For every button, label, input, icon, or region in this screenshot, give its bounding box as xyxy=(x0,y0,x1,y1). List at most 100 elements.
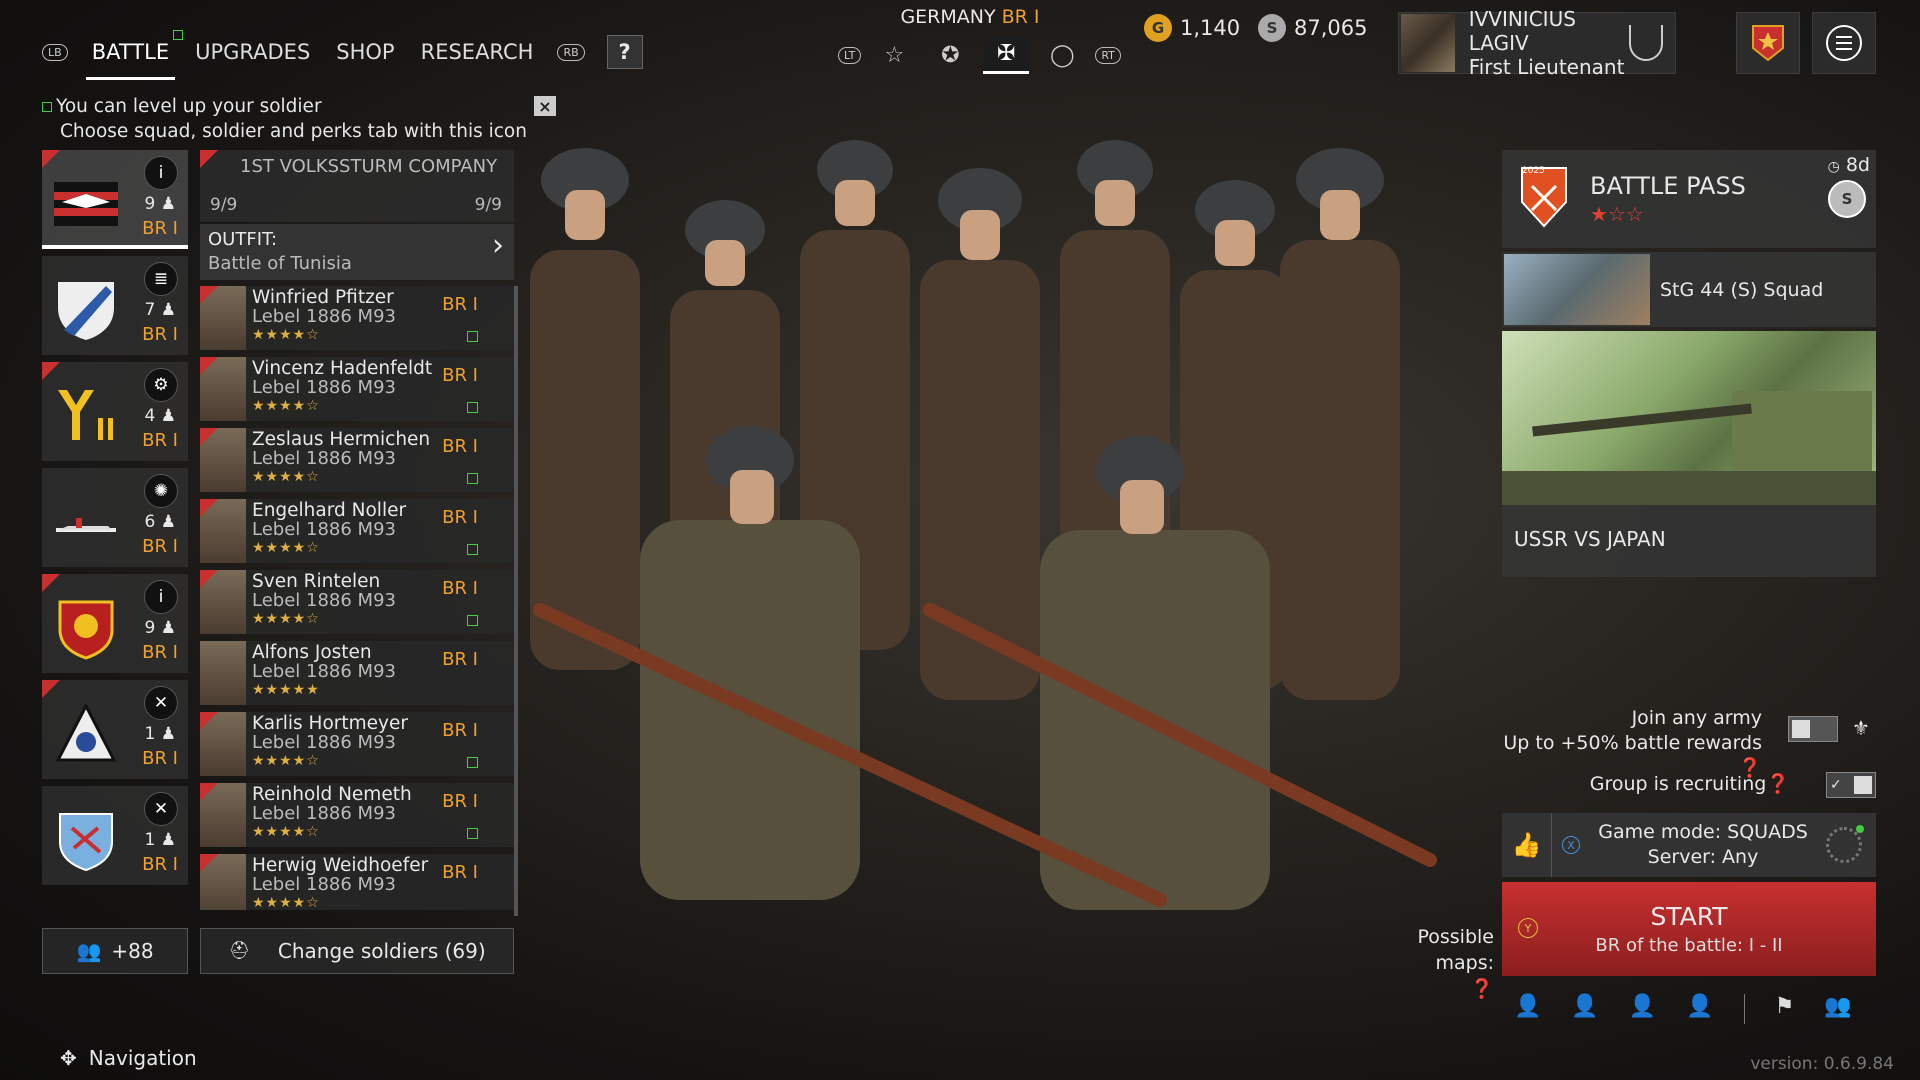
rt-button-icon[interactable]: RT xyxy=(1095,46,1121,64)
gold-currency: G 1,140 xyxy=(1144,14,1240,42)
join-any-army-toggle[interactable] xyxy=(1788,716,1838,742)
group-recruiting-toggle[interactable]: ✓ xyxy=(1826,772,1876,798)
soldier-row[interactable]: Herwig Weidhoefer Lebel 1886 M93 ★★★★☆ BR I xyxy=(200,854,514,910)
battle-pass-title: BATTLE PASS xyxy=(1590,172,1746,200)
soldier-row[interactable]: Vincenz Hadenfeldt Lebel 1886 M93 ★★★★☆ BR … xyxy=(200,357,514,421)
change-soldiers-button[interactable]: ⛑ Change soldiers (69) xyxy=(200,928,514,974)
game-mode-panel[interactable]: 👍 X Game mode: SQUADS Server: Any xyxy=(1502,813,1876,877)
squad-card[interactable]: ⚙ 4 ♟ BR I xyxy=(42,362,188,461)
soldier-list-scrollbar[interactable] xyxy=(514,286,518,916)
star-medal-icon xyxy=(1752,25,1784,62)
soldier-weapon: Lebel 1886 M93 xyxy=(252,732,396,753)
squad-class-icon: i xyxy=(144,580,178,614)
player-profile[interactable]: IVVINICIUS LAGIV First Lieutenant xyxy=(1398,7,1676,79)
soldier-weapon: Lebel 1886 M93 xyxy=(252,306,396,327)
soldier-br: BR I xyxy=(442,649,478,670)
group-actions: 👤 👤 👤 👤 ⚑ 👥 xyxy=(1514,994,1852,1024)
invite-player-icon[interactable]: 👤 xyxy=(1571,994,1598,1024)
invite-player-icon[interactable]: 👤 xyxy=(1629,994,1656,1024)
squad-card[interactable]: ≣ 7 ♟ BR I xyxy=(42,256,188,355)
medal-button[interactable] xyxy=(1736,12,1800,74)
squad-card[interactable]: ✺ 6 ♟ BR I xyxy=(42,468,188,567)
join-any-army: Join any army Up to +50% battle rewards … xyxy=(1500,706,1762,781)
event-banner[interactable]: USSR VS JAPAN xyxy=(1502,331,1876,577)
flag-icon[interactable]: ⚑ xyxy=(1775,994,1795,1024)
squad-count: 6 ♟ xyxy=(144,512,176,532)
outfit-selector[interactable]: OUTFIT: Battle of Tunisia › xyxy=(200,224,514,280)
soldier-row[interactable]: Alfons Josten Lebel 1886 M93 ★★★★★ BR I xyxy=(200,641,514,705)
squad-card[interactable]: ✕ 1 ♟ BR I xyxy=(42,680,188,779)
circle-mode-icon[interactable]: ◯ xyxy=(1039,36,1085,74)
cross-mode-icon[interactable]: ✠ xyxy=(983,36,1030,74)
soldier-br: BR I xyxy=(442,507,478,528)
battle-pass-card[interactable]: 2025 BATTLE PASS ★☆☆ ◷ 8d S xyxy=(1502,150,1876,248)
squad-flag-icon xyxy=(42,680,60,698)
squad-soldiers-artwork xyxy=(530,140,1437,910)
soldier-stars: ★★★★☆ xyxy=(252,398,320,414)
friends-icon[interactable]: 👥 xyxy=(1824,994,1851,1024)
soldier-row[interactable]: Karlis Hortmeyer Lebel 1886 M93 ★★★★☆ BR I xyxy=(200,712,514,776)
squad-br: BR I xyxy=(142,324,178,345)
soldier-weapon: Lebel 1886 M93 xyxy=(252,448,396,469)
group-recruiting-label: Group is recruiting xyxy=(1589,773,1767,795)
server-label: Server: Any xyxy=(1647,846,1759,868)
invite-player-icon[interactable]: 👤 xyxy=(1686,994,1713,1024)
squad-card[interactable]: i 9 ♟ BR I xyxy=(42,574,188,673)
star-mode-icon[interactable]: ☆ xyxy=(871,36,917,74)
levelup-indicator-icon xyxy=(467,402,478,413)
possible-maps[interactable]: Possible maps: ❓ xyxy=(1410,924,1494,1002)
hint-close-button[interactable]: × xyxy=(534,96,556,116)
star-circle-mode-icon[interactable]: ✪ xyxy=(927,36,973,74)
soldier-name: Karlis Hortmeyer xyxy=(252,713,408,734)
start-label: START xyxy=(1650,902,1728,931)
menu-button[interactable] xyxy=(1812,12,1876,74)
army-icon: ⚜ xyxy=(1852,716,1870,740)
soldier-name: Zeslaus Hermichen xyxy=(252,429,431,450)
soldier-br: BR I xyxy=(442,578,478,599)
tab-upgrades[interactable]: UPGRADES xyxy=(193,36,312,68)
squad-count: 1 ♟ xyxy=(144,724,176,744)
squad-card[interactable]: ✕ 1 ♟ BR I xyxy=(42,786,188,885)
squad-card[interactable]: i 9 ♟ BR I xyxy=(42,150,188,249)
rb-button-icon[interactable]: RB xyxy=(557,43,585,61)
company-count-left: 9/9 xyxy=(210,195,238,215)
event-title: USSR VS JAPAN xyxy=(1514,527,1666,551)
soldier-row[interactable]: Zeslaus Hermichen Lebel 1886 M93 ★★★★☆ BR I xyxy=(200,428,514,492)
thumbs-up-icon[interactable]: 👍 xyxy=(1502,813,1552,877)
soldier-row[interactable]: Sven Rintelen Lebel 1886 M93 ★★★★☆ BR I xyxy=(200,570,514,634)
lt-button-icon[interactable]: LT xyxy=(838,46,862,64)
soldier-stars: ★★★★☆ xyxy=(252,469,320,485)
squad-br: BR I xyxy=(142,218,178,239)
soldier-row[interactable]: Winfried Pfitzer Lebel 1886 M93 ★★★★☆ BR I xyxy=(200,286,514,350)
squad-manage-button[interactable]: 👥 +88 xyxy=(42,928,188,974)
soldier-name: Winfried Pfitzer xyxy=(252,287,394,308)
lb-button-icon[interactable]: LB xyxy=(42,43,68,61)
difficulty-selector: LT ☆ ✪ ✠ ◯ RT xyxy=(838,36,1121,74)
checkmark-icon: ✓ xyxy=(1830,777,1842,793)
soldier-list: Winfried Pfitzer Lebel 1886 M93 ★★★★☆ BR I … xyxy=(200,286,514,917)
tab-research[interactable]: RESEARCH xyxy=(419,36,536,68)
soldier-row[interactable]: Reinhold Nemeth Lebel 1886 M93 ★★★★☆ BR I xyxy=(200,783,514,847)
tab-battle[interactable]: BATTLE xyxy=(85,30,184,80)
top-navigation: LB BATTLE UPGRADES SHOP RESEARCH RB ? xyxy=(42,30,643,80)
event-squad-card[interactable]: StG 44 (S) Squad xyxy=(1502,252,1876,327)
help-button[interactable]: ? xyxy=(606,35,643,69)
squad-count: 4 ♟ xyxy=(144,406,176,426)
soldier-stars: ★★★★★ xyxy=(252,682,320,698)
nation-indicator: GERMANY BR I xyxy=(860,6,1080,28)
help-circle-icon: ❓ xyxy=(1470,978,1494,1000)
soldier-stars: ★★★★☆ xyxy=(252,753,320,769)
soldier-name: Sven Rintelen xyxy=(252,571,381,592)
squad-flag-icon xyxy=(42,574,60,592)
squad-br: BR I xyxy=(142,642,178,663)
possible-maps-label-2: maps: xyxy=(1435,952,1494,974)
nation-br: BR I xyxy=(1001,6,1040,28)
start-battle-button[interactable]: Y START BR of the battle: I - II xyxy=(1502,882,1876,976)
invite-player-icon[interactable]: 👤 xyxy=(1514,994,1541,1024)
squad-class-icon: i xyxy=(144,156,178,190)
soldier-weapon: Lebel 1886 M93 xyxy=(252,661,396,682)
soldier-row[interactable]: Engelhard Noller Lebel 1886 M93 ★★★★☆ BR I xyxy=(200,499,514,563)
tab-shop[interactable]: SHOP xyxy=(334,36,396,68)
levelup-indicator-icon xyxy=(467,331,478,342)
version-label: version: 0.6.9.84 xyxy=(1750,1054,1894,1074)
